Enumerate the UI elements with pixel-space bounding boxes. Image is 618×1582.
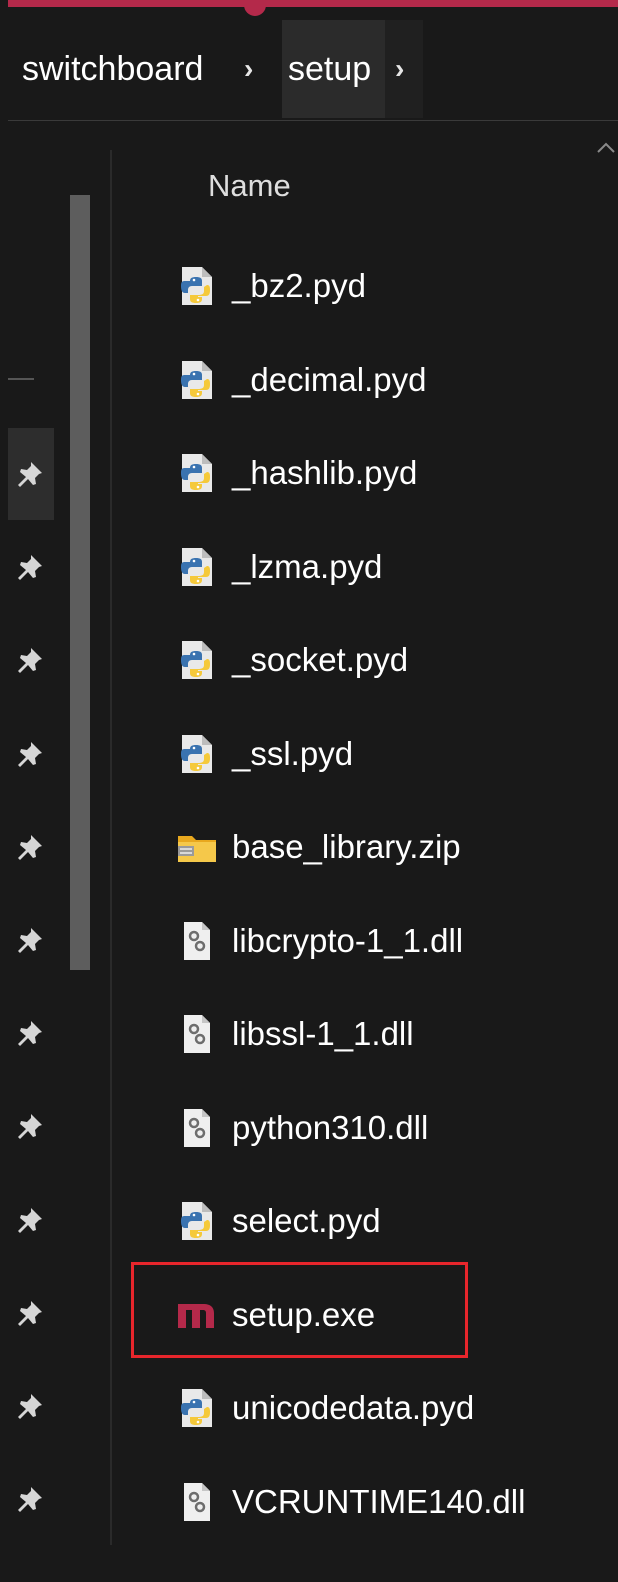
list-item[interactable]: libssl-1_1.dll bbox=[150, 1004, 570, 1064]
list-item[interactable]: libcrypto-1_1.dll bbox=[150, 911, 570, 971]
title-bar bbox=[0, 0, 618, 20]
python-file-icon bbox=[176, 639, 218, 681]
nav-divider bbox=[8, 378, 34, 380]
breadcrumb-chevron-icon[interactable]: › bbox=[395, 20, 404, 118]
highlight-box bbox=[131, 1262, 468, 1358]
file-name: python310.dll bbox=[232, 1109, 429, 1146]
address-bar[interactable]: switchboard › setup bbox=[8, 20, 618, 121]
python-file-icon bbox=[176, 1200, 218, 1242]
dll-file-icon bbox=[176, 1481, 218, 1523]
list-item[interactable]: _hashlib.pyd bbox=[150, 443, 570, 503]
list-item[interactable]: select.pyd bbox=[150, 1191, 570, 1251]
pane-splitter[interactable] bbox=[110, 150, 112, 1545]
pin-icon[interactable] bbox=[14, 738, 46, 770]
status-bar bbox=[0, 1566, 618, 1582]
collapse-chevron-icon[interactable] bbox=[596, 140, 616, 154]
file-name: _hashlib.pyd bbox=[232, 454, 418, 491]
file-name: _socket.pyd bbox=[232, 641, 409, 678]
file-name: VCRUNTIME140.dll bbox=[232, 1483, 526, 1520]
dll-file-icon bbox=[176, 920, 218, 962]
file-name: _lzma.pyd bbox=[232, 548, 383, 585]
list-item[interactable]: python310.dll bbox=[150, 1098, 570, 1158]
file-name: unicodedata.pyd bbox=[232, 1389, 475, 1426]
zip-folder-icon bbox=[176, 826, 218, 868]
breadcrumb-item-switchboard[interactable]: switchboard bbox=[22, 20, 203, 118]
list-item[interactable]: VCRUNTIME140.dll bbox=[150, 1472, 570, 1532]
list-item[interactable]: unicodedata.pyd bbox=[150, 1378, 570, 1438]
list-item[interactable]: _socket.pyd bbox=[150, 630, 570, 690]
list-item[interactable]: _lzma.pyd bbox=[150, 537, 570, 597]
python-file-icon bbox=[176, 265, 218, 307]
pin-icon[interactable] bbox=[14, 458, 46, 490]
list-item[interactable]: _decimal.pyd bbox=[150, 350, 570, 410]
file-name: _bz2.pyd bbox=[232, 267, 366, 304]
file-name: _decimal.pyd bbox=[232, 361, 427, 398]
list-item[interactable]: _ssl.pyd bbox=[150, 724, 570, 784]
file-name: libssl-1_1.dll bbox=[232, 1015, 414, 1052]
dll-file-icon bbox=[176, 1013, 218, 1055]
pin-icon[interactable] bbox=[14, 1390, 46, 1422]
file-name: libcrypto-1_1.dll bbox=[232, 922, 464, 959]
pin-icon[interactable] bbox=[14, 551, 46, 583]
list-item[interactable]: _bz2.pyd bbox=[150, 256, 570, 316]
list-item[interactable]: base_library.zip bbox=[150, 817, 570, 877]
python-file-icon bbox=[176, 546, 218, 588]
file-name: _ssl.pyd bbox=[232, 735, 354, 772]
pin-icon[interactable] bbox=[14, 1483, 46, 1515]
file-name: base_library.zip bbox=[232, 828, 461, 865]
dll-file-icon bbox=[176, 1107, 218, 1149]
window-accent-decoration bbox=[244, 0, 266, 16]
pin-icon[interactable] bbox=[14, 1297, 46, 1329]
pin-icon[interactable] bbox=[14, 1017, 46, 1049]
nav-pane-scrollbar[interactable] bbox=[70, 195, 90, 970]
breadcrumb-chevron-icon[interactable]: › bbox=[244, 20, 253, 118]
python-file-icon bbox=[176, 733, 218, 775]
python-file-icon bbox=[176, 452, 218, 494]
breadcrumb-item-setup[interactable]: setup bbox=[282, 20, 386, 118]
file-name: select.pyd bbox=[232, 1202, 381, 1239]
pin-icon[interactable] bbox=[14, 1204, 46, 1236]
pin-icon[interactable] bbox=[14, 1110, 46, 1142]
pin-icon[interactable] bbox=[14, 644, 46, 676]
window-accent-strip bbox=[8, 0, 618, 7]
column-header-name[interactable]: Name bbox=[208, 168, 291, 204]
python-file-icon bbox=[176, 1387, 218, 1429]
pin-icon[interactable] bbox=[14, 924, 46, 956]
python-file-icon bbox=[176, 359, 218, 401]
pin-icon[interactable] bbox=[14, 831, 46, 863]
